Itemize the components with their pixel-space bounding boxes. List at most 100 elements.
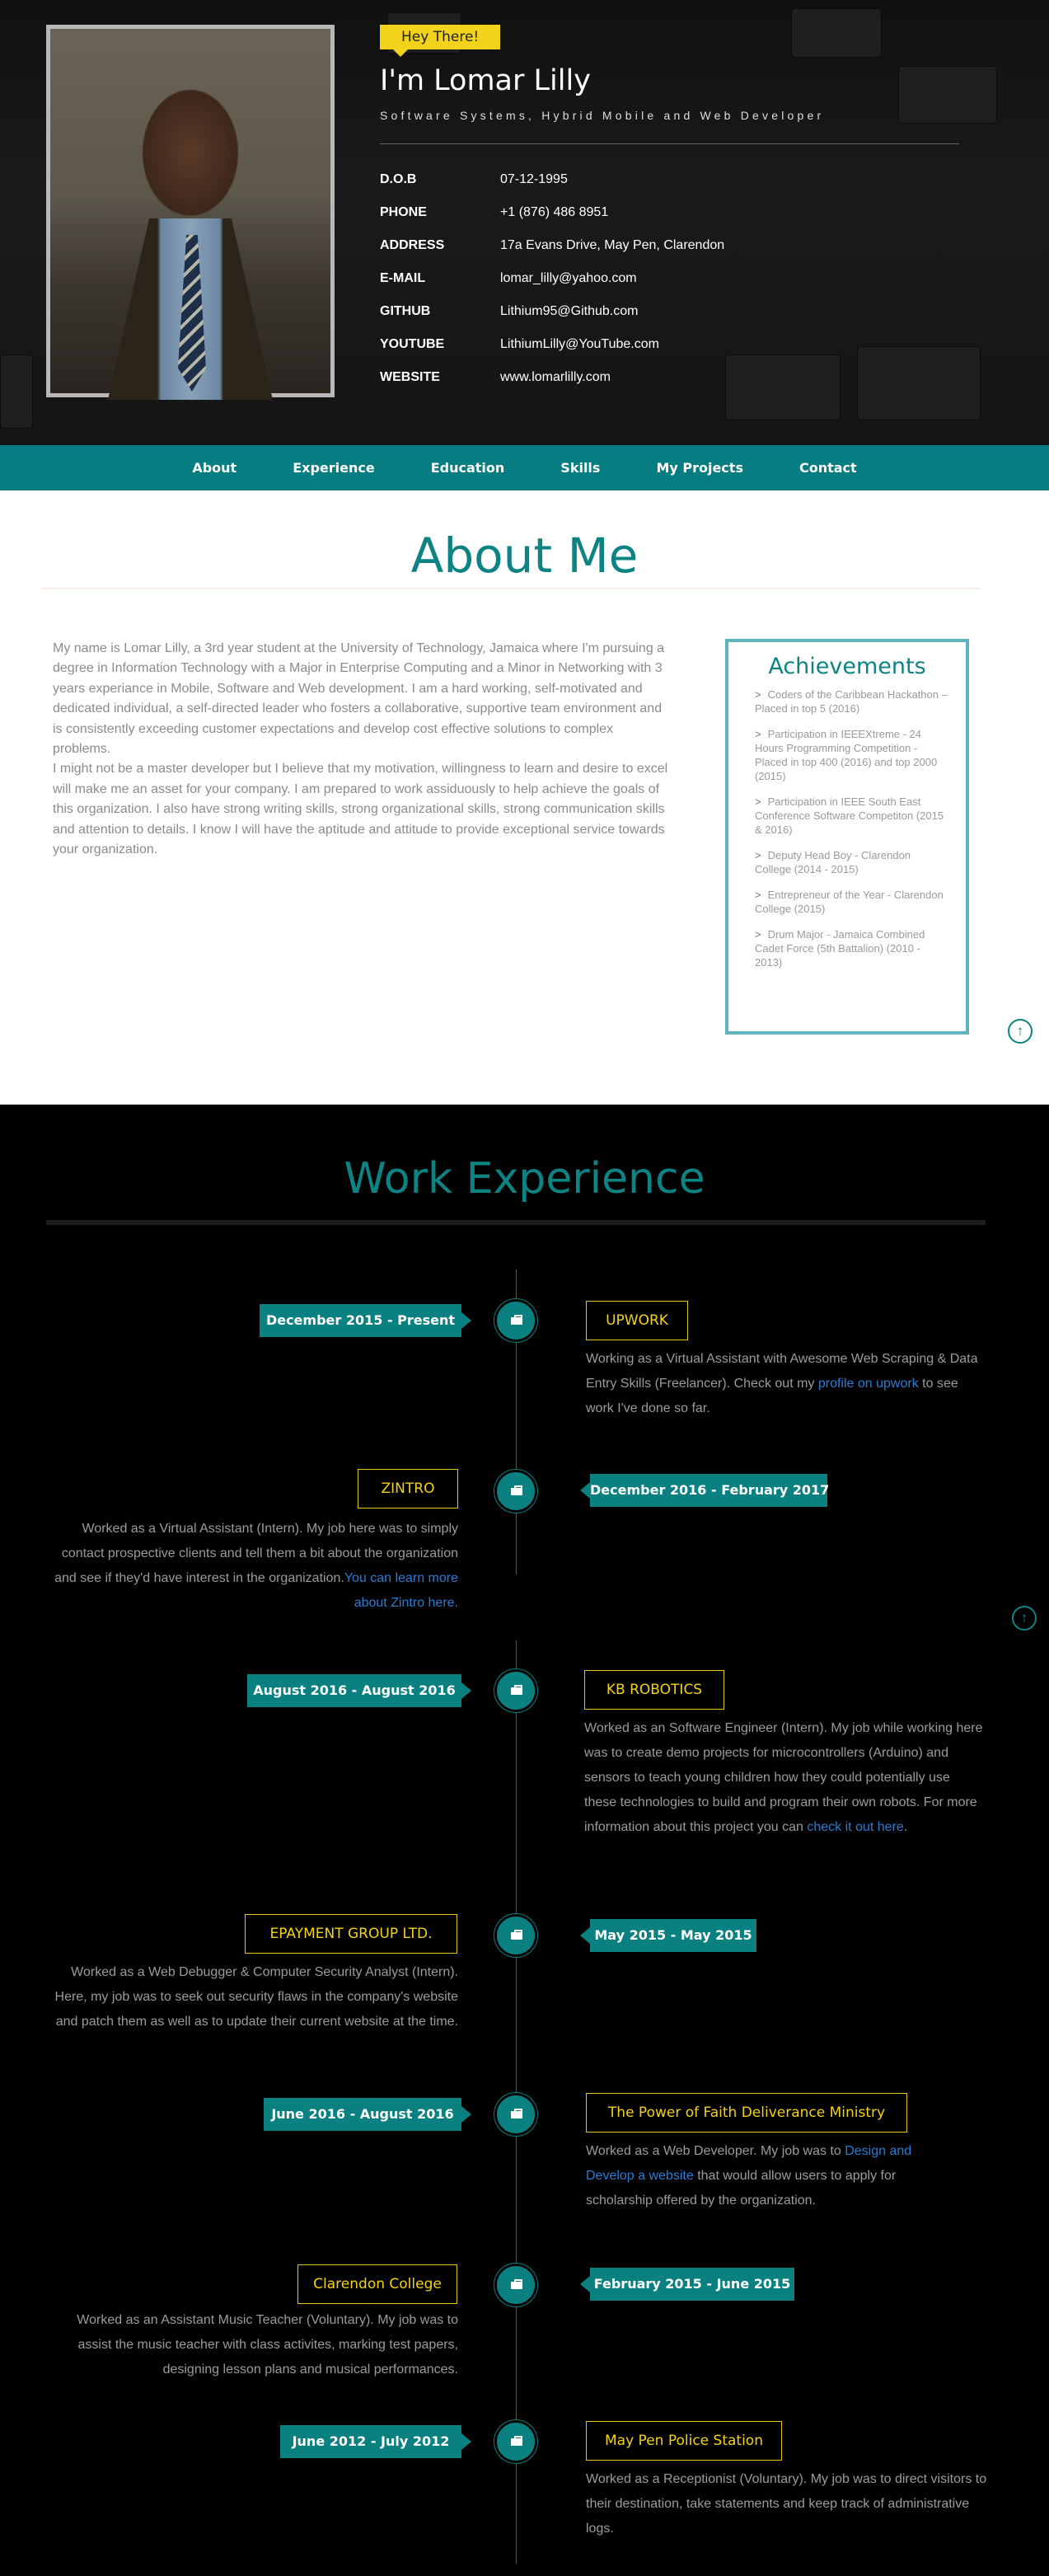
info-label: PHONE	[380, 205, 427, 219]
briefcase-icon	[494, 1669, 537, 1712]
job-desc-text: Worked as an Software Engineer (Intern).…	[584, 1721, 983, 1834]
job-date: December 2016 - February 2017	[580, 1474, 829, 1507]
info-value: +1 (876) 486 8951	[500, 205, 609, 219]
briefcase-icon	[494, 2093, 537, 2136]
nav-skills[interactable]: Skills	[560, 460, 600, 476]
info-label: GITHUB	[380, 304, 431, 318]
info-label: ADDRESS	[380, 238, 445, 252]
job-date: June 2016 - August 2016	[264, 2098, 471, 2131]
briefcase-icon	[494, 2264, 537, 2306]
job-company: May Pen Police Station	[586, 2421, 782, 2461]
job-company: EPAYMENT GROUP LTD.	[245, 1914, 457, 1954]
chevron-right-icon: >	[755, 889, 761, 901]
about-paragraph: I might not be a master developer but I …	[53, 762, 668, 857]
nav-contact[interactable]: Contact	[799, 460, 857, 476]
achievement-text: Drum Major - Jamaica Combined Cadet Forc…	[755, 928, 925, 969]
nav-education[interactable]: Education	[431, 460, 505, 476]
arrow-up-circle-icon[interactable]: ↑	[1012, 1606, 1037, 1631]
info-value: www.lomarlilly.com	[500, 370, 611, 384]
job-company: Clarendon College	[297, 2264, 457, 2304]
info-row-address: ADDRESS 17a Evans Drive, May Pen, Clarend…	[380, 229, 957, 262]
about-text: My name is Lomar Lilly, a 3rd year stude…	[53, 639, 671, 860]
about-divider	[41, 588, 981, 589]
job-desc-text: .	[903, 1820, 908, 1834]
info-label: D.O.B	[380, 172, 417, 186]
about-title: About Me	[410, 528, 639, 584]
profile-photo	[46, 25, 335, 400]
job-date: May 2015 - May 2015	[580, 1919, 756, 1952]
zintro-link[interactable]: You can learn more about Zintro here.	[344, 1571, 458, 1610]
arrow-up-circle-icon[interactable]: ↑	[1008, 1019, 1033, 1044]
achievement-item: > Drum Major - Jamaica Combined Cadet For…	[750, 927, 948, 969]
nav-about[interactable]: About	[192, 460, 236, 476]
info-value: 17a Evans Drive, May Pen, Clarendon	[500, 238, 725, 252]
achievement-text: Participation in IEEEXtreme - 24 Hours P…	[755, 728, 938, 782]
achievement-item: > Entrepreneur of the Year - Clarendon Co…	[750, 888, 948, 916]
achievements-box: Achievements > Coders of the Caribbean Ha…	[725, 639, 969, 1035]
achievement-text: Participation in IEEE South East Confere…	[755, 795, 944, 836]
info-row-youtube: YOUTUBE LithiumLilly@YouTube.com	[380, 328, 957, 361]
chevron-right-icon: >	[755, 688, 761, 701]
info-value: Lithium95@Github.com	[500, 304, 639, 318]
job-description: Worked as a Virtual Assistant (Intern). …	[46, 1517, 458, 1616]
info-row-email: E-MAIL lomar_lilly@yahoo.com	[380, 262, 957, 295]
upwork-profile-link[interactable]: profile on upwork	[818, 1377, 919, 1391]
chevron-right-icon: >	[755, 928, 761, 941]
work-section: Work Experience ↑ December 2015 - Presen…	[0, 1105, 1049, 2576]
achievement-item: > Deputy Head Boy - Clarendon College (20…	[750, 848, 948, 876]
work-title: Work Experience	[344, 1154, 705, 1204]
nav-my-projects[interactable]: My Projects	[656, 460, 743, 476]
info-label: E-MAIL	[380, 271, 426, 285]
job-company: KB ROBOTICS	[584, 1670, 724, 1710]
job-date: August 2016 - August 2016	[247, 1674, 471, 1707]
info-row-github: GITHUB Lithium95@Github.com	[380, 295, 957, 328]
job-date: June 2012 - July 2012	[280, 2425, 471, 2458]
about-section: About Me My name is Lomar Lilly, a 3rd y…	[0, 490, 1049, 1105]
background-key	[0, 354, 33, 429]
job-company: The Power of Faith Deliverance Ministry	[586, 2093, 907, 2133]
achievement-item: > Participation in IEEEXtreme - 24 Hours …	[750, 727, 948, 783]
job-description: Working as a Virtual Assistant with Awes…	[586, 1347, 981, 1421]
job-description: Worked as a Web Debugger & Computer Secu…	[54, 1965, 458, 2029]
achievement-text: Coders of the Caribbean Hackathon – Plac…	[755, 688, 948, 715]
job-desc-text: Worked as a Web Developer. My job was to	[586, 2144, 845, 2158]
briefcase-icon	[494, 1470, 537, 1513]
work-divider	[46, 1220, 986, 1225]
info-value: LithiumLilly@YouTube.com	[500, 337, 659, 351]
greeting-badge: Hey There!	[380, 25, 501, 57]
header-divider	[380, 143, 959, 144]
info-row-phone: PHONE +1 (876) 486 8951	[380, 196, 957, 229]
profile-tagline: Software Systems, Hybrid Mobile and Web …	[380, 109, 825, 122]
achievement-item: > Coders of the Caribbean Hackathon – Pla…	[750, 687, 948, 716]
briefcase-icon	[494, 2420, 537, 2463]
briefcase-icon	[494, 1299, 537, 1342]
achievements-list: > Coders of the Caribbean Hackathon – Pla…	[728, 679, 966, 969]
about-paragraph: My name is Lomar Lilly, a 3rd year stude…	[53, 641, 665, 757]
job-company: UPWORK	[586, 1301, 688, 1340]
achievement-item: > Participation in IEEE South East Confer…	[750, 795, 948, 837]
info-value: 07-12-1995	[500, 172, 568, 186]
kb-robotics-link[interactable]: check it out here	[807, 1820, 903, 1834]
nav-experience[interactable]: Experience	[293, 460, 375, 476]
info-label: WEBSITE	[380, 370, 440, 384]
info-value: lomar_lilly@yahoo.com	[500, 271, 637, 285]
chevron-right-icon: >	[755, 795, 761, 808]
job-date: December 2015 - Present	[260, 1304, 471, 1337]
chevron-right-icon: >	[755, 849, 761, 861]
main-nav: About Experience Education Skills My Pro…	[0, 445, 1049, 490]
info-row-website: WEBSITE www.lomarlilly.com	[380, 361, 957, 394]
job-date: February 2015 - June 2015	[580, 2268, 794, 2301]
background-key	[791, 8, 882, 58]
profile-name: I'm Lomar Lilly	[380, 64, 591, 97]
contact-info-list: D.O.B 07-12-1995 PHONE +1 (876) 486 8951 A…	[380, 163, 957, 394]
profile-header: Hey There! I'm Lomar Lilly Software Syst…	[0, 0, 1049, 445]
job-description: Worked as a Receptionist (Voluntary). My…	[586, 2472, 987, 2536]
job-description: Worked as a Web Developer. My job was to…	[586, 2139, 948, 2213]
achievement-text: Entrepreneur of the Year - Clarendon Col…	[755, 889, 944, 915]
job-company: ZINTRO	[358, 1469, 458, 1509]
job-description: Worked as an Software Engineer (Intern).…	[584, 1716, 983, 1840]
info-label: YOUTUBE	[380, 337, 445, 351]
job-description: Worked as an Assistant Music Teacher (Vo…	[77, 2313, 458, 2377]
background-key	[898, 66, 997, 124]
chevron-right-icon: >	[755, 728, 761, 740]
